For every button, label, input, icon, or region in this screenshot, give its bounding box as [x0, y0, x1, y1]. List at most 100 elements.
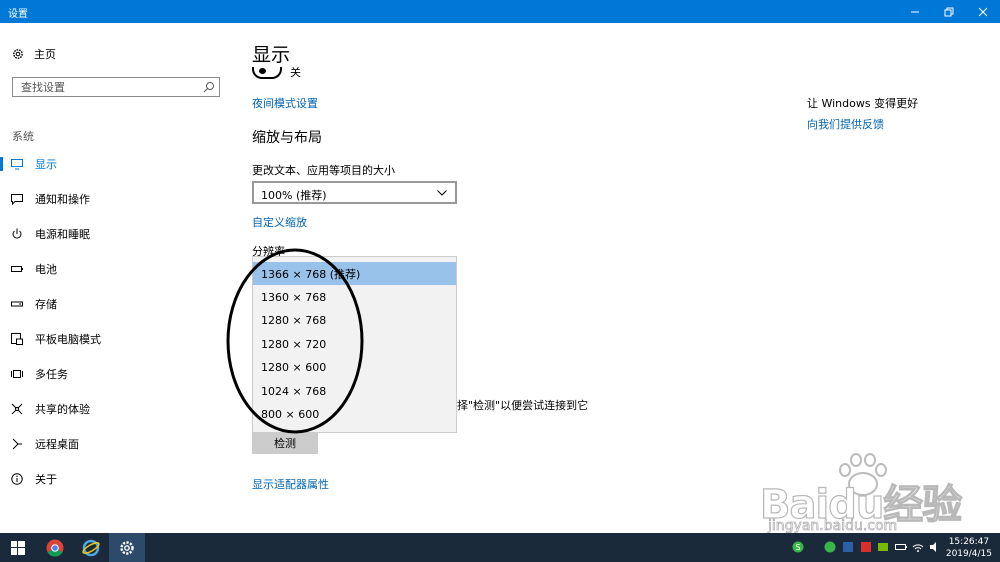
sidebar: 主页 系统 显示 通知和操作 电源和睡眠 电池 存储 平板电脑模式 多任务 共享… — [0, 23, 232, 533]
sidebar-item-storage[interactable]: 存储 — [0, 291, 232, 317]
scale-heading: 缩放与布局 — [252, 130, 322, 146]
battery-icon — [11, 263, 23, 275]
sidebar-item-shared-experience[interactable]: 共享的体验 — [0, 396, 232, 422]
resolution-option[interactable]: 1360 × 768 — [253, 286, 456, 309]
shared-experience-icon — [11, 403, 23, 415]
main-content: 显示 关 夜间模式设置 缩放与布局 更改文本、应用等项目的大小 100% (推荐… — [232, 23, 792, 533]
sidebar-item-remote-desktop[interactable]: 远程桌面 — [0, 431, 232, 457]
scale-value: 100% (推荐) — [261, 189, 327, 202]
chrome-taskbar-button[interactable] — [37, 533, 73, 562]
search-icon — [203, 82, 214, 93]
app-tray-icon[interactable] — [824, 541, 836, 553]
app-tray-icon[interactable] — [860, 541, 872, 553]
sidebar-item-label: 电池 — [35, 263, 57, 276]
wifi-icon[interactable] — [912, 541, 924, 553]
night-light-toggle[interactable] — [252, 67, 282, 79]
detect-hint: 择"检测"以便尝试连接到它 — [457, 399, 589, 412]
ie-taskbar-button[interactable] — [73, 533, 109, 562]
chrome-icon — [46, 539, 64, 557]
sidebar-item-label: 关于 — [35, 473, 57, 486]
search-input[interactable] — [21, 80, 201, 94]
storage-icon — [11, 298, 23, 310]
home-nav-item[interactable]: 主页 — [12, 45, 56, 63]
scale-label: 更改文本、应用等项目的大小 — [252, 164, 395, 177]
minimize-button[interactable] — [898, 0, 932, 23]
custom-scaling-link[interactable]: 自定义缩放 — [252, 214, 307, 230]
resolution-dropdown-list[interactable]: 1366 × 768 (推荐) 1360 × 768 1280 × 768 12… — [252, 256, 457, 433]
sidebar-item-label: 共享的体验 — [35, 403, 90, 416]
clock-date: 2019/4/15 — [945, 549, 992, 559]
resolution-option[interactable]: 1280 × 720 — [253, 333, 456, 356]
gear-icon — [120, 540, 134, 555]
power-icon — [11, 228, 23, 240]
close-icon — [978, 7, 988, 16]
title-bar: 设置 — [0, 0, 1000, 23]
notification-icon — [11, 193, 23, 205]
taskbar: S 15:26:47 2019/4/15 — [0, 533, 1000, 562]
battery-tray-icon[interactable] — [895, 541, 907, 553]
gear-icon — [13, 49, 23, 59]
sidebar-item-notifications[interactable]: 通知和操作 — [0, 186, 232, 212]
resolution-option-label: 1366 × 768 (推荐) — [261, 267, 361, 281]
multitasking-icon — [11, 368, 23, 380]
sogou-tray-icon[interactable]: S — [792, 541, 804, 553]
home-label: 主页 — [34, 48, 56, 61]
sidebar-item-label: 存储 — [35, 298, 57, 311]
display-adapter-properties-link[interactable]: 显示适配器属性 — [252, 476, 329, 492]
night-light-state: 关 — [290, 67, 301, 77]
sidebar-item-multitasking[interactable]: 多任务 — [0, 361, 232, 387]
sidebar-item-label: 显示 — [35, 158, 57, 171]
resolution-option-label: 1360 × 768 — [261, 291, 327, 304]
info-icon — [11, 473, 23, 485]
resolution-option[interactable]: 800 × 600 — [253, 403, 456, 426]
window-title: 设置 — [8, 9, 28, 20]
feedback-link[interactable]: 向我们提供反馈 — [807, 116, 997, 132]
browser-icon — [82, 539, 100, 556]
sidebar-item-label: 多任务 — [35, 368, 68, 381]
scale-dropdown[interactable]: 100% (推荐) — [252, 181, 457, 204]
night-light-settings-link[interactable]: 夜间模式设置 — [252, 95, 318, 111]
watermark-url: jingyan.baidu.com — [768, 518, 898, 535]
chevron-down-icon — [437, 190, 447, 196]
sidebar-item-tablet-mode[interactable]: 平板电脑模式 — [0, 326, 232, 352]
sidebar-item-power[interactable]: 电源和睡眠 — [0, 221, 232, 247]
resolution-option[interactable]: 1280 × 600 — [253, 356, 456, 379]
sidebar-item-label: 平板电脑模式 — [35, 333, 101, 346]
remote-desktop-icon — [11, 438, 23, 450]
sidebar-item-label: 通知和操作 — [35, 193, 90, 206]
settings-taskbar-button[interactable] — [109, 533, 145, 562]
resolution-option-label: 1280 × 720 — [261, 338, 327, 351]
feedback-title: 让 Windows 变得更好 — [807, 97, 919, 110]
sidebar-item-label: 远程桌面 — [35, 438, 79, 451]
sidebar-item-label: 电源和睡眠 — [35, 228, 90, 241]
nvidia-tray-icon[interactable] — [877, 541, 889, 553]
resolution-option-label: 800 × 600 — [261, 408, 320, 421]
taskbar-clock[interactable]: 15:26:47 2019/4/15 — [946, 536, 992, 560]
minimize-icon — [911, 11, 919, 12]
start-button[interactable] — [0, 533, 36, 562]
resolution-option-label: 1280 × 768 — [261, 314, 327, 327]
baidu-watermark: Baidu经验 jingyan.baidu.com — [759, 452, 995, 535]
detect-button[interactable]: 检测 — [252, 432, 318, 454]
feedback-panel: 让 Windows 变得更好 向我们提供反馈 — [807, 95, 997, 132]
clock-time: 15:26:47 — [948, 537, 990, 547]
resolution-option[interactable]: 1366 × 768 (推荐) — [253, 262, 456, 285]
windows-logo-icon — [11, 540, 25, 555]
app-tray-icon[interactable] — [842, 541, 854, 553]
restore-icon — [944, 7, 954, 16]
page-title: 显示 — [252, 44, 291, 66]
sidebar-item-about[interactable]: 关于 — [0, 466, 232, 492]
restore-button[interactable] — [932, 0, 966, 23]
sidebar-item-display[interactable]: 显示 — [0, 151, 232, 177]
tablet-mode-icon — [11, 333, 23, 345]
volume-icon[interactable] — [929, 541, 941, 553]
monitor-icon — [11, 158, 23, 170]
resolution-option-label: 1280 × 600 — [261, 361, 327, 374]
search-box[interactable] — [12, 77, 220, 97]
resolution-option-label: 1024 × 768 — [261, 385, 327, 398]
close-button[interactable] — [966, 0, 1000, 23]
resolution-option[interactable]: 1280 × 768 — [253, 309, 456, 332]
resolution-option[interactable]: 1024 × 768 — [253, 380, 456, 403]
svg-text:S: S — [796, 543, 801, 552]
sidebar-item-battery[interactable]: 电池 — [0, 256, 232, 282]
